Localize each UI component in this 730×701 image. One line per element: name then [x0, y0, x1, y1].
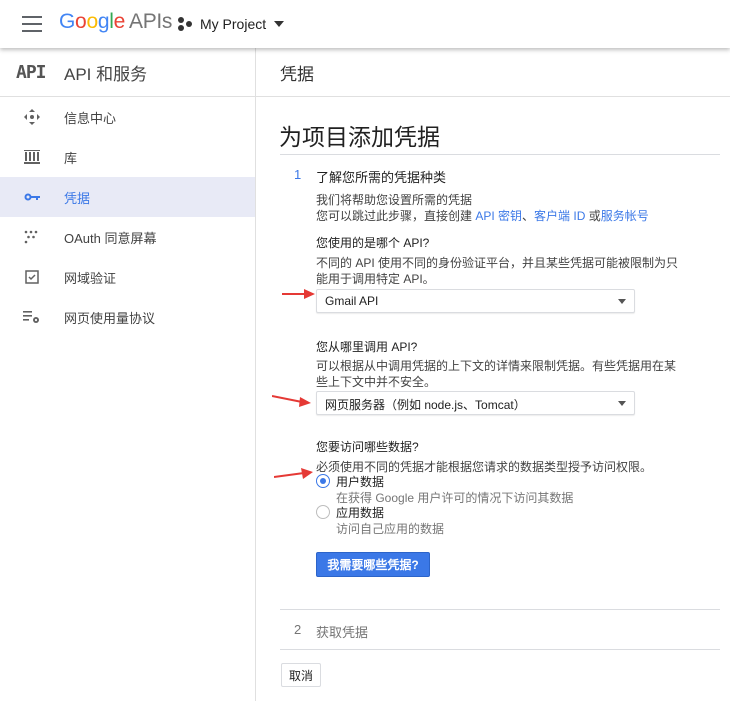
question-what-data: 您要访问哪些数据? [316, 440, 419, 454]
annotation-arrow-icon [274, 468, 313, 479]
question-where-call: 您从哪里调用 API? [316, 340, 418, 354]
sidebar-item-label: 网域验证 [64, 270, 117, 286]
key-icon [22, 192, 42, 202]
project-icon [178, 17, 194, 31]
sidebar-item-page-usage-agreements[interactable]: 网页使用量协议 [0, 297, 255, 337]
checkbox-icon [22, 270, 42, 284]
cancel-button[interactable]: 取消 [281, 663, 321, 687]
project-name: My Project [200, 16, 267, 32]
chevron-down-icon [274, 21, 285, 27]
sidebar: API API 和服务 信息中心 库 凭据 OAuth 同意屏幕 网域验证 网页… [0, 48, 256, 701]
settings-list-icon [22, 310, 42, 324]
sidebar-item-label: 网页使用量协议 [64, 310, 156, 326]
api-key-link[interactable]: API 密钥 [475, 209, 522, 223]
calling-context-value: 网页服务器（例如 node.js、Tomcat） [325, 398, 526, 412]
sidebar-item-library[interactable]: 库 [0, 137, 255, 177]
sidebar-item-dashboard[interactable]: 信息中心 [0, 97, 255, 137]
google-apis-logo[interactable]: Google APIs [59, 10, 172, 34]
library-icon [22, 150, 42, 164]
user-data-label: 用户数据 [336, 475, 385, 489]
step-title: 获取凭据 [316, 625, 369, 640]
app-data-desc: 访问自己应用的数据 [336, 522, 445, 536]
consent-icon [22, 230, 42, 244]
app-data-radio[interactable] [316, 505, 330, 519]
step-intro: 我们将帮助您设置所需的凭据 您可以跳过此步骤，直接创建 API 密钥、客户端 I… [316, 193, 649, 223]
sidebar-item-domain-verification[interactable]: 网域验证 [0, 257, 255, 297]
divider [280, 154, 720, 155]
page-title: 为项目添加凭据 [279, 124, 440, 150]
divider [280, 609, 720, 610]
divider [280, 649, 720, 650]
sidebar-title: API 和服务 [64, 64, 148, 84]
annotation-arrow-icon [282, 289, 315, 299]
client-id-link[interactable]: 客户端 ID [534, 209, 585, 223]
content-header: 凭据 [256, 48, 730, 97]
sidebar-item-label: 信息中心 [64, 110, 117, 126]
which-credentials-button[interactable]: 我需要哪些凭据? [316, 552, 430, 577]
app-data-label: 应用数据 [336, 506, 385, 520]
calling-context-select[interactable]: 网页服务器（例如 node.js、Tomcat） [316, 391, 635, 415]
api-select-value: Gmail API [325, 294, 379, 308]
sidebar-item-oauth-consent[interactable]: OAuth 同意屏幕 [0, 217, 255, 257]
step-number: 1 [294, 167, 302, 182]
content-header-title: 凭据 [280, 64, 314, 84]
service-account-link[interactable]: 服务帐号 [601, 209, 649, 223]
question-which-api: 您使用的是哪个 API? [316, 236, 430, 250]
question-description: 不同的 API 使用不同的身份验证平台，并且某些凭据可能被限制为只 能用于调用特… [316, 256, 679, 286]
main-content: 凭据 为项目添加凭据 1 了解您所需的凭据种类 我们将帮助您设置所需的凭据 您可… [256, 48, 730, 701]
api-logo-icon: API [16, 61, 47, 83]
dashboard-icon [22, 109, 42, 125]
sidebar-item-label: 库 [64, 150, 78, 166]
menu-icon[interactable] [22, 16, 42, 32]
step-title: 了解您所需的凭据种类 [316, 170, 447, 185]
user-data-radio[interactable] [316, 474, 330, 488]
dropdown-arrow-icon [618, 299, 626, 304]
question-description: 可以根据从中调用凭据的上下文的详情来限制凭据。有些凭据用在某 些上下文中并不安全… [316, 359, 677, 389]
step-number: 2 [294, 622, 302, 637]
sidebar-item-credentials[interactable]: 凭据 [0, 177, 255, 217]
top-app-bar: Google APIs My Project [0, 0, 730, 48]
project-selector[interactable]: My Project [178, 14, 285, 34]
api-select[interactable]: Gmail API [316, 289, 635, 313]
sidebar-item-label: 凭据 [64, 190, 91, 206]
annotation-arrow-icon [272, 395, 311, 407]
sidebar-item-label: OAuth 同意屏幕 [64, 230, 157, 246]
dropdown-arrow-icon [618, 401, 626, 406]
sidebar-header: API API 和服务 [0, 48, 255, 97]
